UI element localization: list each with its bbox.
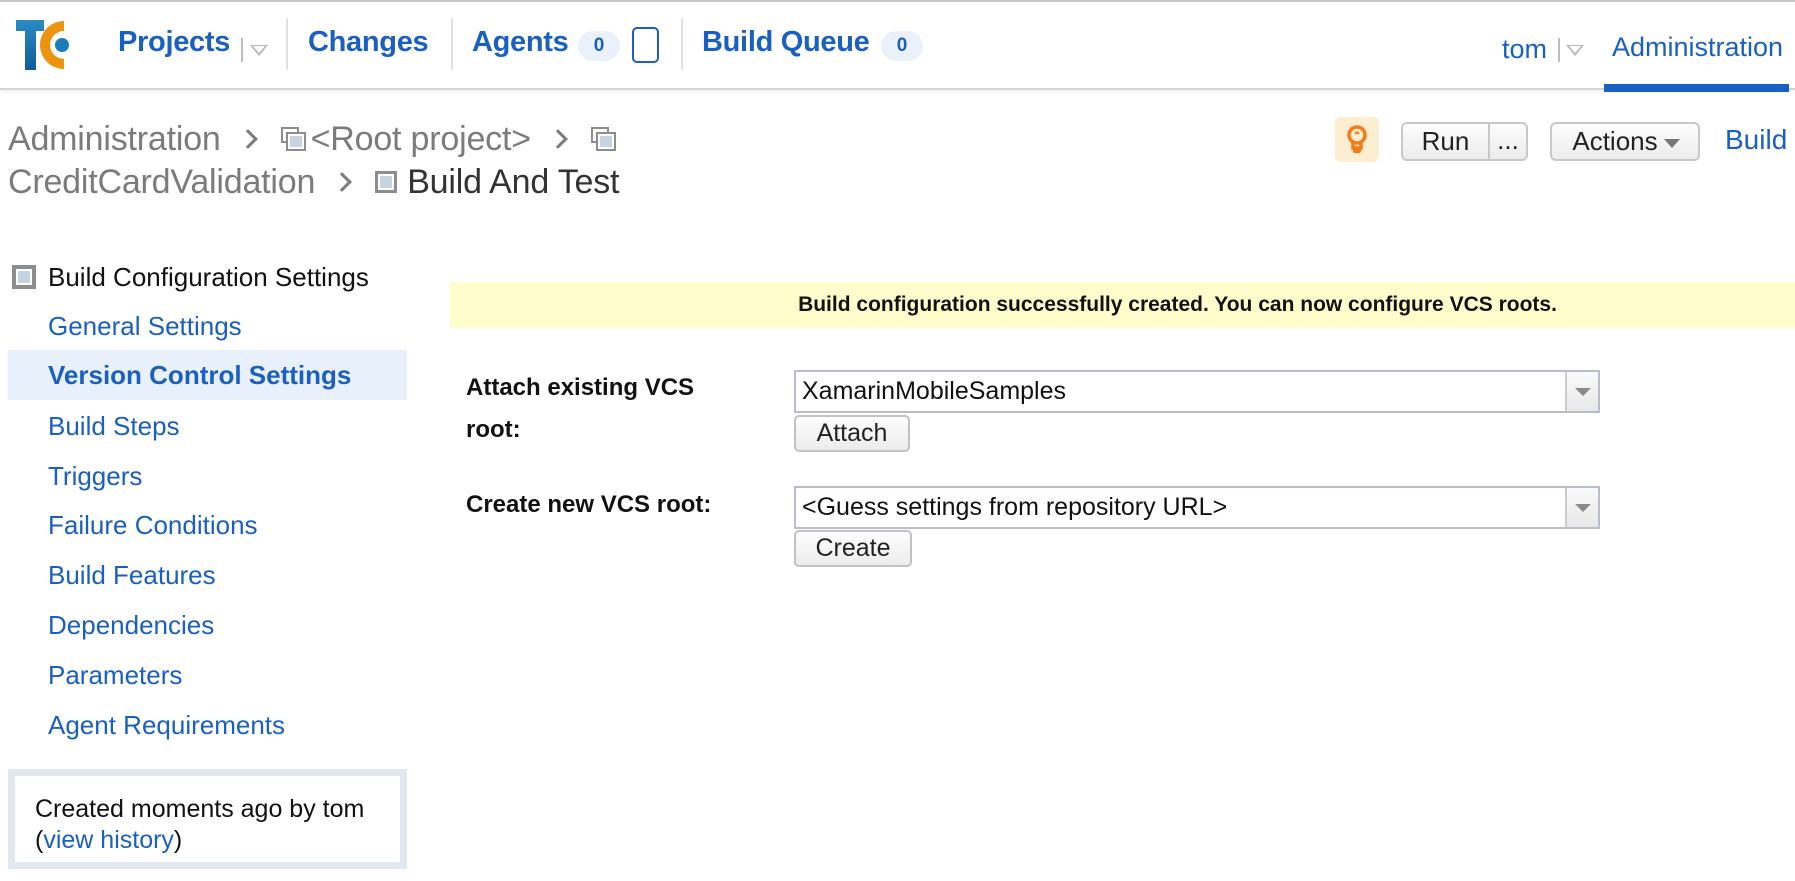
history-line: (view history) <box>35 825 400 856</box>
attach-button[interactable]: Attach <box>794 415 910 452</box>
chevron-right-icon <box>237 129 258 149</box>
attach-vcs-label-line2: root: <box>466 416 521 443</box>
create-vcs-label: Create new VCS root: <box>466 491 712 518</box>
chevron-right-icon <box>332 172 353 192</box>
sidebar-heading: Build Configuration Settings <box>12 262 369 294</box>
attach-vcs-label: Attach existing VCS root: <box>466 367 694 451</box>
paren-close: ) <box>173 826 183 854</box>
run-button-group: Run ... <box>1401 122 1528 161</box>
administration-label: Administration <box>1612 32 1784 62</box>
sidebar-item-triggers[interactable]: Triggers <box>8 451 407 501</box>
nav-divider <box>286 18 288 70</box>
actions-button[interactable]: Actions <box>1550 122 1700 161</box>
agents-count-badge: 0 <box>578 31 620 61</box>
user-separator <box>1558 38 1560 62</box>
page-title: Build And Test <box>407 163 620 201</box>
nav-projects[interactable]: Projects <box>118 26 230 59</box>
sidebar-item-general-settings[interactable]: General Settings <box>8 301 407 351</box>
sidebar-item-agent-requirements[interactable]: Agent Requirements <box>8 700 407 750</box>
chevron-down-icon[interactable] <box>1565 372 1598 411</box>
projects-separator <box>241 38 243 62</box>
teamcity-logo[interactable] <box>14 18 78 72</box>
new-vcs-root-type-select[interactable]: <Guess settings from repository URL> <box>794 486 1600 529</box>
new-vcs-root-type-value: <Guess settings from repository URL> <box>802 493 1228 521</box>
sidebar-item-version-control-settings[interactable]: Version Control Settings <box>8 350 407 400</box>
breadcrumb: Administration <Root project> <box>8 120 621 159</box>
top-navigation-bar: Projects Changes Agents 0 Build Queue 0 … <box>0 2 1795 92</box>
user-menu[interactable]: tom <box>1502 34 1547 65</box>
nav-changes[interactable]: Changes <box>308 26 429 59</box>
sidebar-item-build-steps[interactable]: Build Steps <box>8 401 407 451</box>
project-icon <box>280 127 307 152</box>
project-icon <box>590 127 617 152</box>
build-queue-count-badge: 0 <box>881 31 923 61</box>
sidebar-item-failure-conditions[interactable]: Failure Conditions <box>8 500 407 550</box>
existing-vcs-root-value: XamarinMobileSamples <box>802 377 1067 405</box>
existing-vcs-root-select[interactable]: XamarinMobileSamples <box>794 370 1600 413</box>
sidebar-item-parameters[interactable]: Parameters <box>8 650 407 700</box>
run-button[interactable]: Run <box>1401 122 1490 161</box>
breadcrumb-line-2: CreditCardValidation Build And Test <box>8 163 619 202</box>
breadcrumb-root-project[interactable]: <Root project> <box>311 120 531 158</box>
view-history-link[interactable]: view history <box>43 826 174 854</box>
nav-divider <box>451 18 453 70</box>
sidebar-item-build-features[interactable]: Build Features <box>8 550 407 600</box>
chevron-right-icon <box>547 129 568 149</box>
user-dropdown-icon[interactable] <box>1566 45 1584 56</box>
chevron-down-icon[interactable] <box>1565 488 1598 527</box>
tab-administration[interactable]: Administration <box>1604 2 1789 92</box>
build-link[interactable]: Build C <box>1725 124 1795 156</box>
run-options-button[interactable]: ... <box>1488 122 1528 161</box>
nav-divider <box>681 18 683 70</box>
success-banner: Build configuration successfully created… <box>450 282 1795 328</box>
breadcrumb-administration[interactable]: Administration <box>8 120 221 158</box>
build-configuration-icon <box>375 170 398 193</box>
actions-label: Actions <box>1572 126 1658 156</box>
history-box: Created moments ago by tom (view history… <box>8 769 407 869</box>
attach-vcs-label-line1: Attach existing VCS <box>466 374 695 401</box>
sidebar-item-dependencies[interactable]: Dependencies <box>8 600 407 650</box>
sidebar-heading-label: Build Configuration Settings <box>48 262 369 292</box>
lightbulb-icon <box>1347 125 1367 153</box>
projects-dropdown-icon[interactable] <box>250 45 268 56</box>
caret-down-icon <box>1664 139 1680 148</box>
create-button[interactable]: Create <box>794 530 912 567</box>
nav-agents[interactable]: Agents <box>472 26 569 59</box>
tips-button[interactable] <box>1335 117 1379 162</box>
breadcrumb-project[interactable]: CreditCardValidation <box>8 163 315 201</box>
agent-status-icon[interactable] <box>632 27 659 63</box>
active-tab-indicator <box>1604 84 1789 92</box>
nav-build-queue[interactable]: Build Queue <box>702 26 870 59</box>
created-info: Created moments ago by tom <box>35 795 365 823</box>
build-configuration-icon <box>12 264 36 289</box>
